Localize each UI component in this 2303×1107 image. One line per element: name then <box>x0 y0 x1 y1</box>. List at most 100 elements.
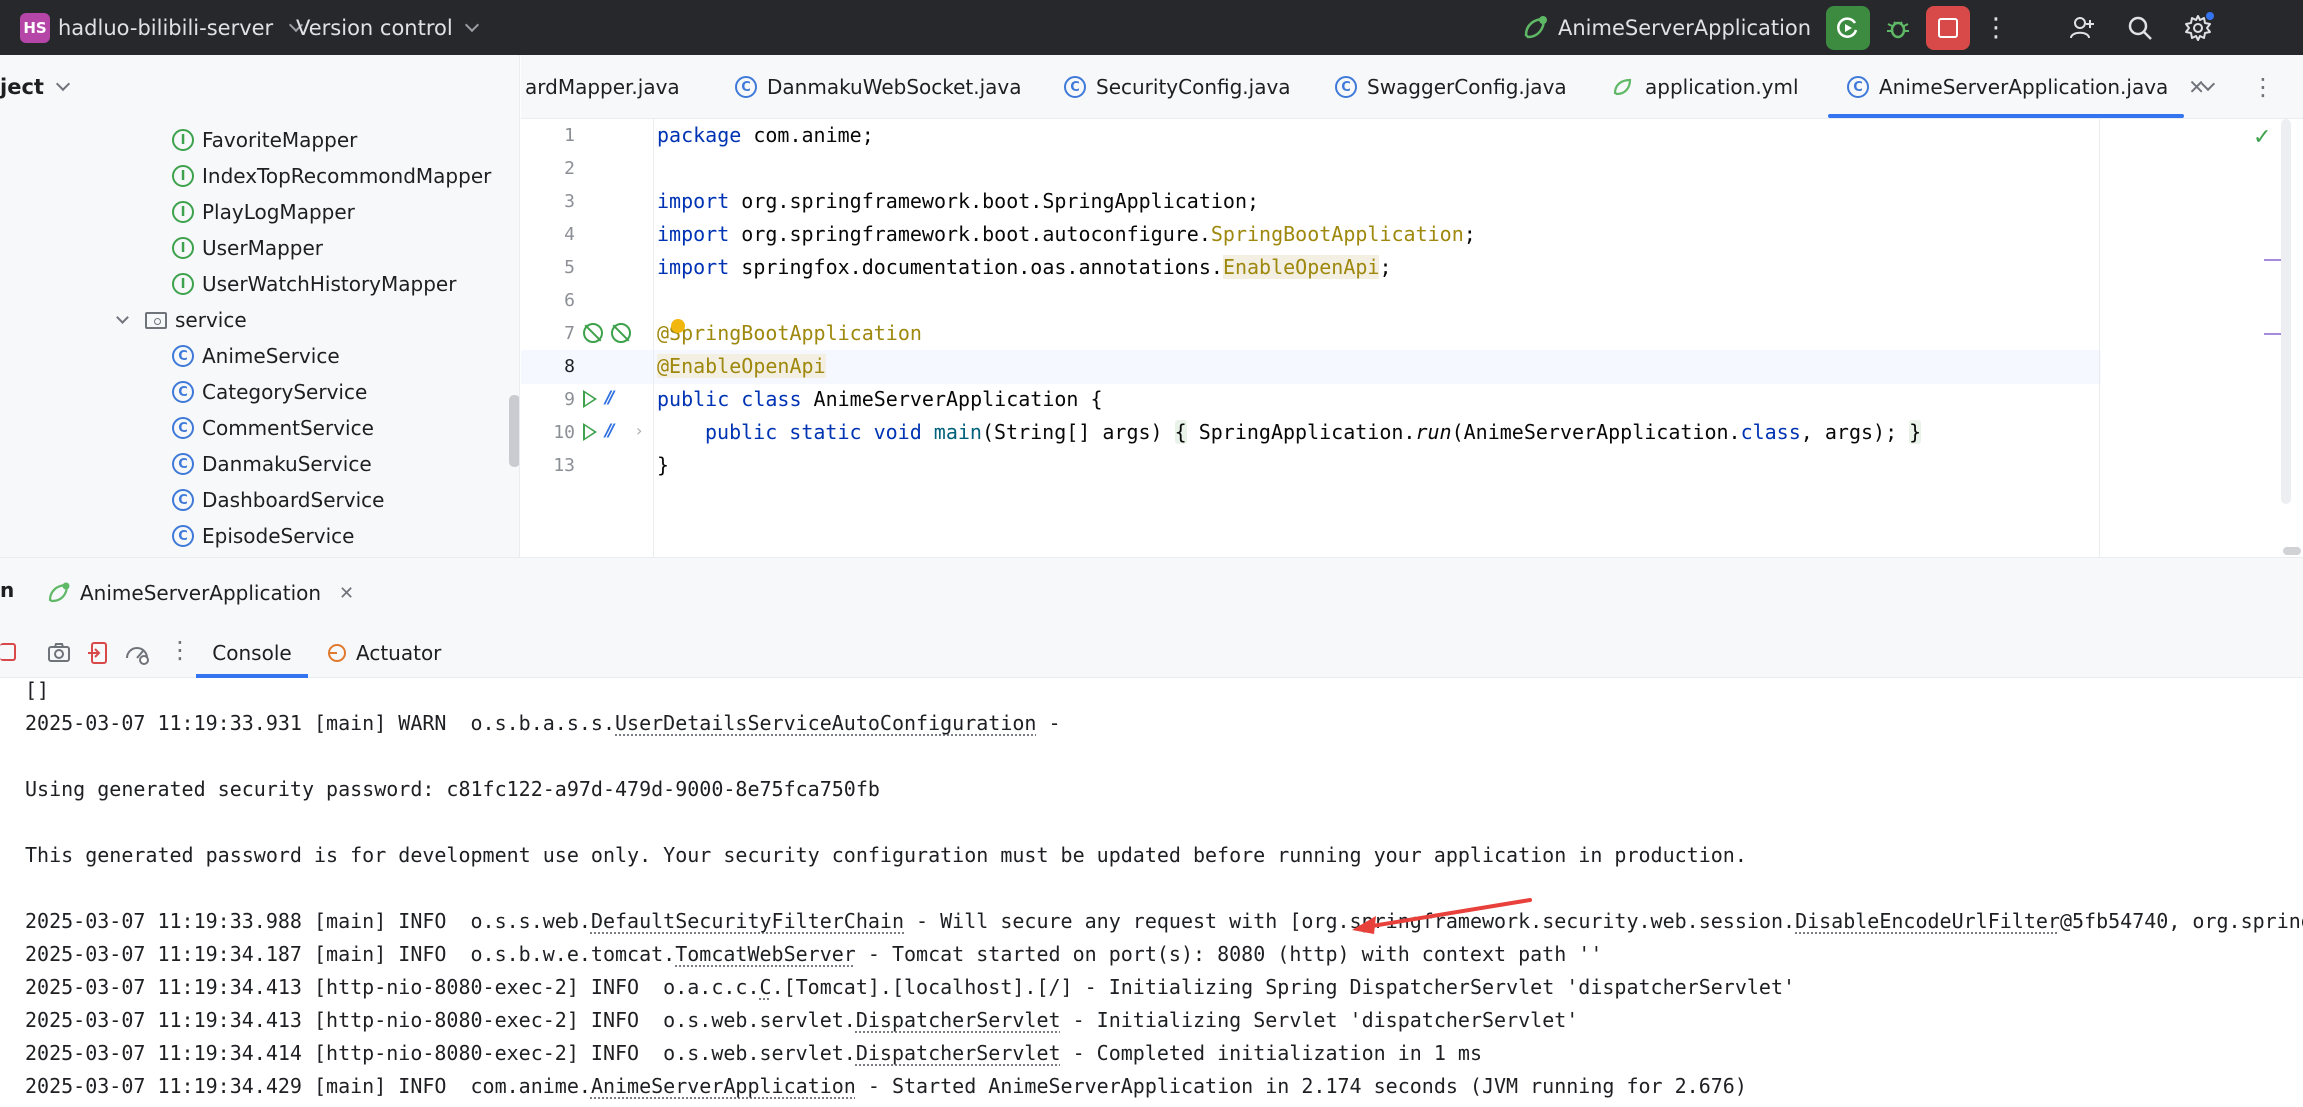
console-class-link[interactable]: TomcatWebServer <box>675 942 856 966</box>
console-line: 2025-03-07 11:19:34.413 [http-nio-8080-e… <box>25 1004 1578 1037</box>
console-text: 2025-03-07 11:19:34.413 [http-nio-8080-e… <box>25 1008 856 1032</box>
search-button[interactable] <box>2118 6 2162 50</box>
package-folder-icon <box>145 311 167 329</box>
stop-icon[interactable] <box>0 643 16 661</box>
tab-actuator[interactable]: Actuator <box>326 628 441 678</box>
toolbar-actions: ⋮ <box>1826 0 2018 55</box>
tree-item-commentservice[interactable]: C CommentService <box>172 411 374 445</box>
more-vertical-icon[interactable]: ⋮ <box>168 636 192 664</box>
run-tab-label: AnimeServerApplication <box>80 581 322 605</box>
console-class-link[interactable]: AnimeServerApplication <box>591 1074 856 1098</box>
run-gutter-icon[interactable] <box>583 390 597 408</box>
class-icon: C <box>172 381 194 403</box>
change-marker[interactable] <box>2264 259 2282 261</box>
code-token: EnableOpenApi <box>1222 255 1380 279</box>
tree-item-usermapper[interactable]: I UserMapper <box>172 231 323 265</box>
code-token: import <box>657 255 730 279</box>
intention-bulb-icon[interactable] <box>671 319 685 333</box>
chevron-down-icon <box>2200 76 2216 92</box>
line-number: 2 <box>564 158 575 179</box>
line-number: 4 <box>564 224 575 245</box>
tree-item-favoritemapper[interactable]: I FavoriteMapper <box>172 123 357 157</box>
run-panel-header: n AnimeServerApplication ✕ <box>0 558 2303 628</box>
debug-button[interactable] <box>1876 6 1920 50</box>
tab-label: application.yml <box>1645 75 1799 99</box>
code-token: class <box>1740 420 1801 444</box>
add-user-button[interactable] <box>2060 6 2104 50</box>
run-config-selector[interactable]: AnimeServerApplication <box>1520 0 1842 55</box>
console-class-link[interactable]: DisableEncodeUrlFilter <box>1795 909 2060 933</box>
fold-arrow-icon[interactable]: › <box>636 421 642 440</box>
console-text: 2025-03-07 11:19:34.413 [http-nio-8080-e… <box>25 975 760 999</box>
code-token: org.springframework.boot.SpringApplicati… <box>729 189 1260 213</box>
more-actions-button[interactable]: ⋮ <box>1974 6 2018 50</box>
profiler-icon[interactable] <box>124 640 150 666</box>
console-class-link[interactable]: DispatcherServlet <box>856 1041 1061 1065</box>
console-text: Using generated security password: c81fc… <box>25 777 880 801</box>
version-control-menu[interactable]: Version control <box>296 0 479 55</box>
settings-button[interactable] <box>2176 6 2220 50</box>
interface-icon: I <box>172 201 194 223</box>
horizontal-scrollbar[interactable] <box>2283 547 2301 555</box>
code-line-9: public class AnimeServerApplication { <box>657 383 1103 416</box>
project-panel-header[interactable]: ject <box>0 55 519 119</box>
project-scrollbar[interactable] <box>509 395 519 467</box>
class-icon: C <box>1847 76 1869 98</box>
console-text: 2025-03-07 11:19:34.187 [main] INFO o.s.… <box>25 942 676 966</box>
console-class-link[interactable]: UserDetailsServiceAutoConfiguration <box>615 711 1036 735</box>
stop-button[interactable] <box>1926 5 1970 50</box>
tree-item-indextoprecommondmapper[interactable]: I IndexTopRecommondMapper <box>172 159 491 193</box>
spring-config-icon <box>1613 78 1632 96</box>
code-token: run <box>1415 420 1452 444</box>
tree-item-categoryservice[interactable]: C CategoryService <box>172 375 367 409</box>
tree-item-dashboardservice[interactable]: C DashboardService <box>172 483 384 517</box>
restore-layout-icon[interactable] <box>86 640 112 666</box>
console-class-link[interactable]: C <box>760 975 772 999</box>
tabs-more-button[interactable]: ⋮ <box>2251 55 2275 118</box>
class-icon: C <box>735 76 757 98</box>
rerun-button[interactable] <box>1826 5 1870 50</box>
tab-list-button[interactable] <box>2200 55 2216 118</box>
tree-item-danmakuservice[interactable]: C DanmakuService <box>172 447 372 481</box>
tab-danmakuwebsocket[interactable]: C DanmakuWebSocket.java <box>735 55 1022 118</box>
tree-item-playlogmapper[interactable]: I PlayLogMapper <box>172 195 355 229</box>
tab-application-yml[interactable]: application.yml <box>1611 55 1799 118</box>
tree-item-userwatchhistorymapper[interactable]: I UserWatchHistoryMapper <box>172 267 456 301</box>
no-bean-icon[interactable] <box>583 323 603 343</box>
tab-boardmapper[interactable]: ardMapper.java <box>525 55 680 118</box>
code-line-4: import org.springframework.boot.autoconf… <box>657 218 1476 251</box>
tree-item-animeservice[interactable]: C AnimeService <box>172 339 340 373</box>
tree-item-episodeservice[interactable]: C EpisodeService <box>172 519 354 553</box>
line-number: 6 <box>564 290 575 311</box>
editor-scrollbar[interactable] <box>2281 119 2291 504</box>
class-icon: C <box>1064 76 1086 98</box>
console-line: 2025-03-07 11:19:34.429 [main] INFO com.… <box>25 1070 1747 1103</box>
change-marker[interactable] <box>2264 333 2282 335</box>
tab-swaggerconfig[interactable]: C SwaggerConfig.java <box>1335 55 1567 118</box>
spring-mapping-icon[interactable]: // <box>605 421 615 441</box>
tab-label: ardMapper.java <box>525 75 680 99</box>
console-class-link[interactable]: DefaultSecurityFilterChain <box>591 909 904 933</box>
tab-label: AnimeServerApplication.java <box>1879 75 2169 99</box>
tab-animeserverapplication[interactable]: C AnimeServerApplication.java ✕ <box>1847 55 2205 118</box>
tree-item-label: AnimeService <box>202 344 340 368</box>
checkmark-icon[interactable]: ✓ <box>2253 125 2271 150</box>
console-class-link[interactable]: DispatcherServlet <box>856 1008 1061 1032</box>
spring-mapping-icon[interactable]: // <box>605 388 615 408</box>
chevron-down-icon[interactable] <box>116 310 129 324</box>
class-icon: C <box>172 489 194 511</box>
code-token: SpringApplication. <box>1186 420 1416 444</box>
close-icon[interactable]: ✕ <box>339 583 354 604</box>
code-token: @EnableOpenApi <box>657 354 826 378</box>
tree-folder-service[interactable]: service <box>116 303 247 337</box>
console-output[interactable]: [] 2025-03-07 11:19:33.931 [main] WARN o… <box>0 678 2303 1107</box>
tab-console[interactable]: Console <box>196 628 308 678</box>
code-editor[interactable]: 1 2 3 4 5 6 7 8 9 10 13 // // › package … <box>521 119 2303 557</box>
camera-icon[interactable] <box>46 640 72 666</box>
run-tab-animeserverapplication[interactable]: AnimeServerApplication ✕ <box>46 558 354 628</box>
tab-securityconfig[interactable]: C SecurityConfig.java <box>1064 55 1291 118</box>
line-number: 7 <box>564 323 575 344</box>
run-gutter-icon[interactable] <box>583 423 597 441</box>
no-bean-icon[interactable] <box>611 323 631 343</box>
project-switcher[interactable]: HS hadluo-bilibili-server <box>20 0 304 55</box>
